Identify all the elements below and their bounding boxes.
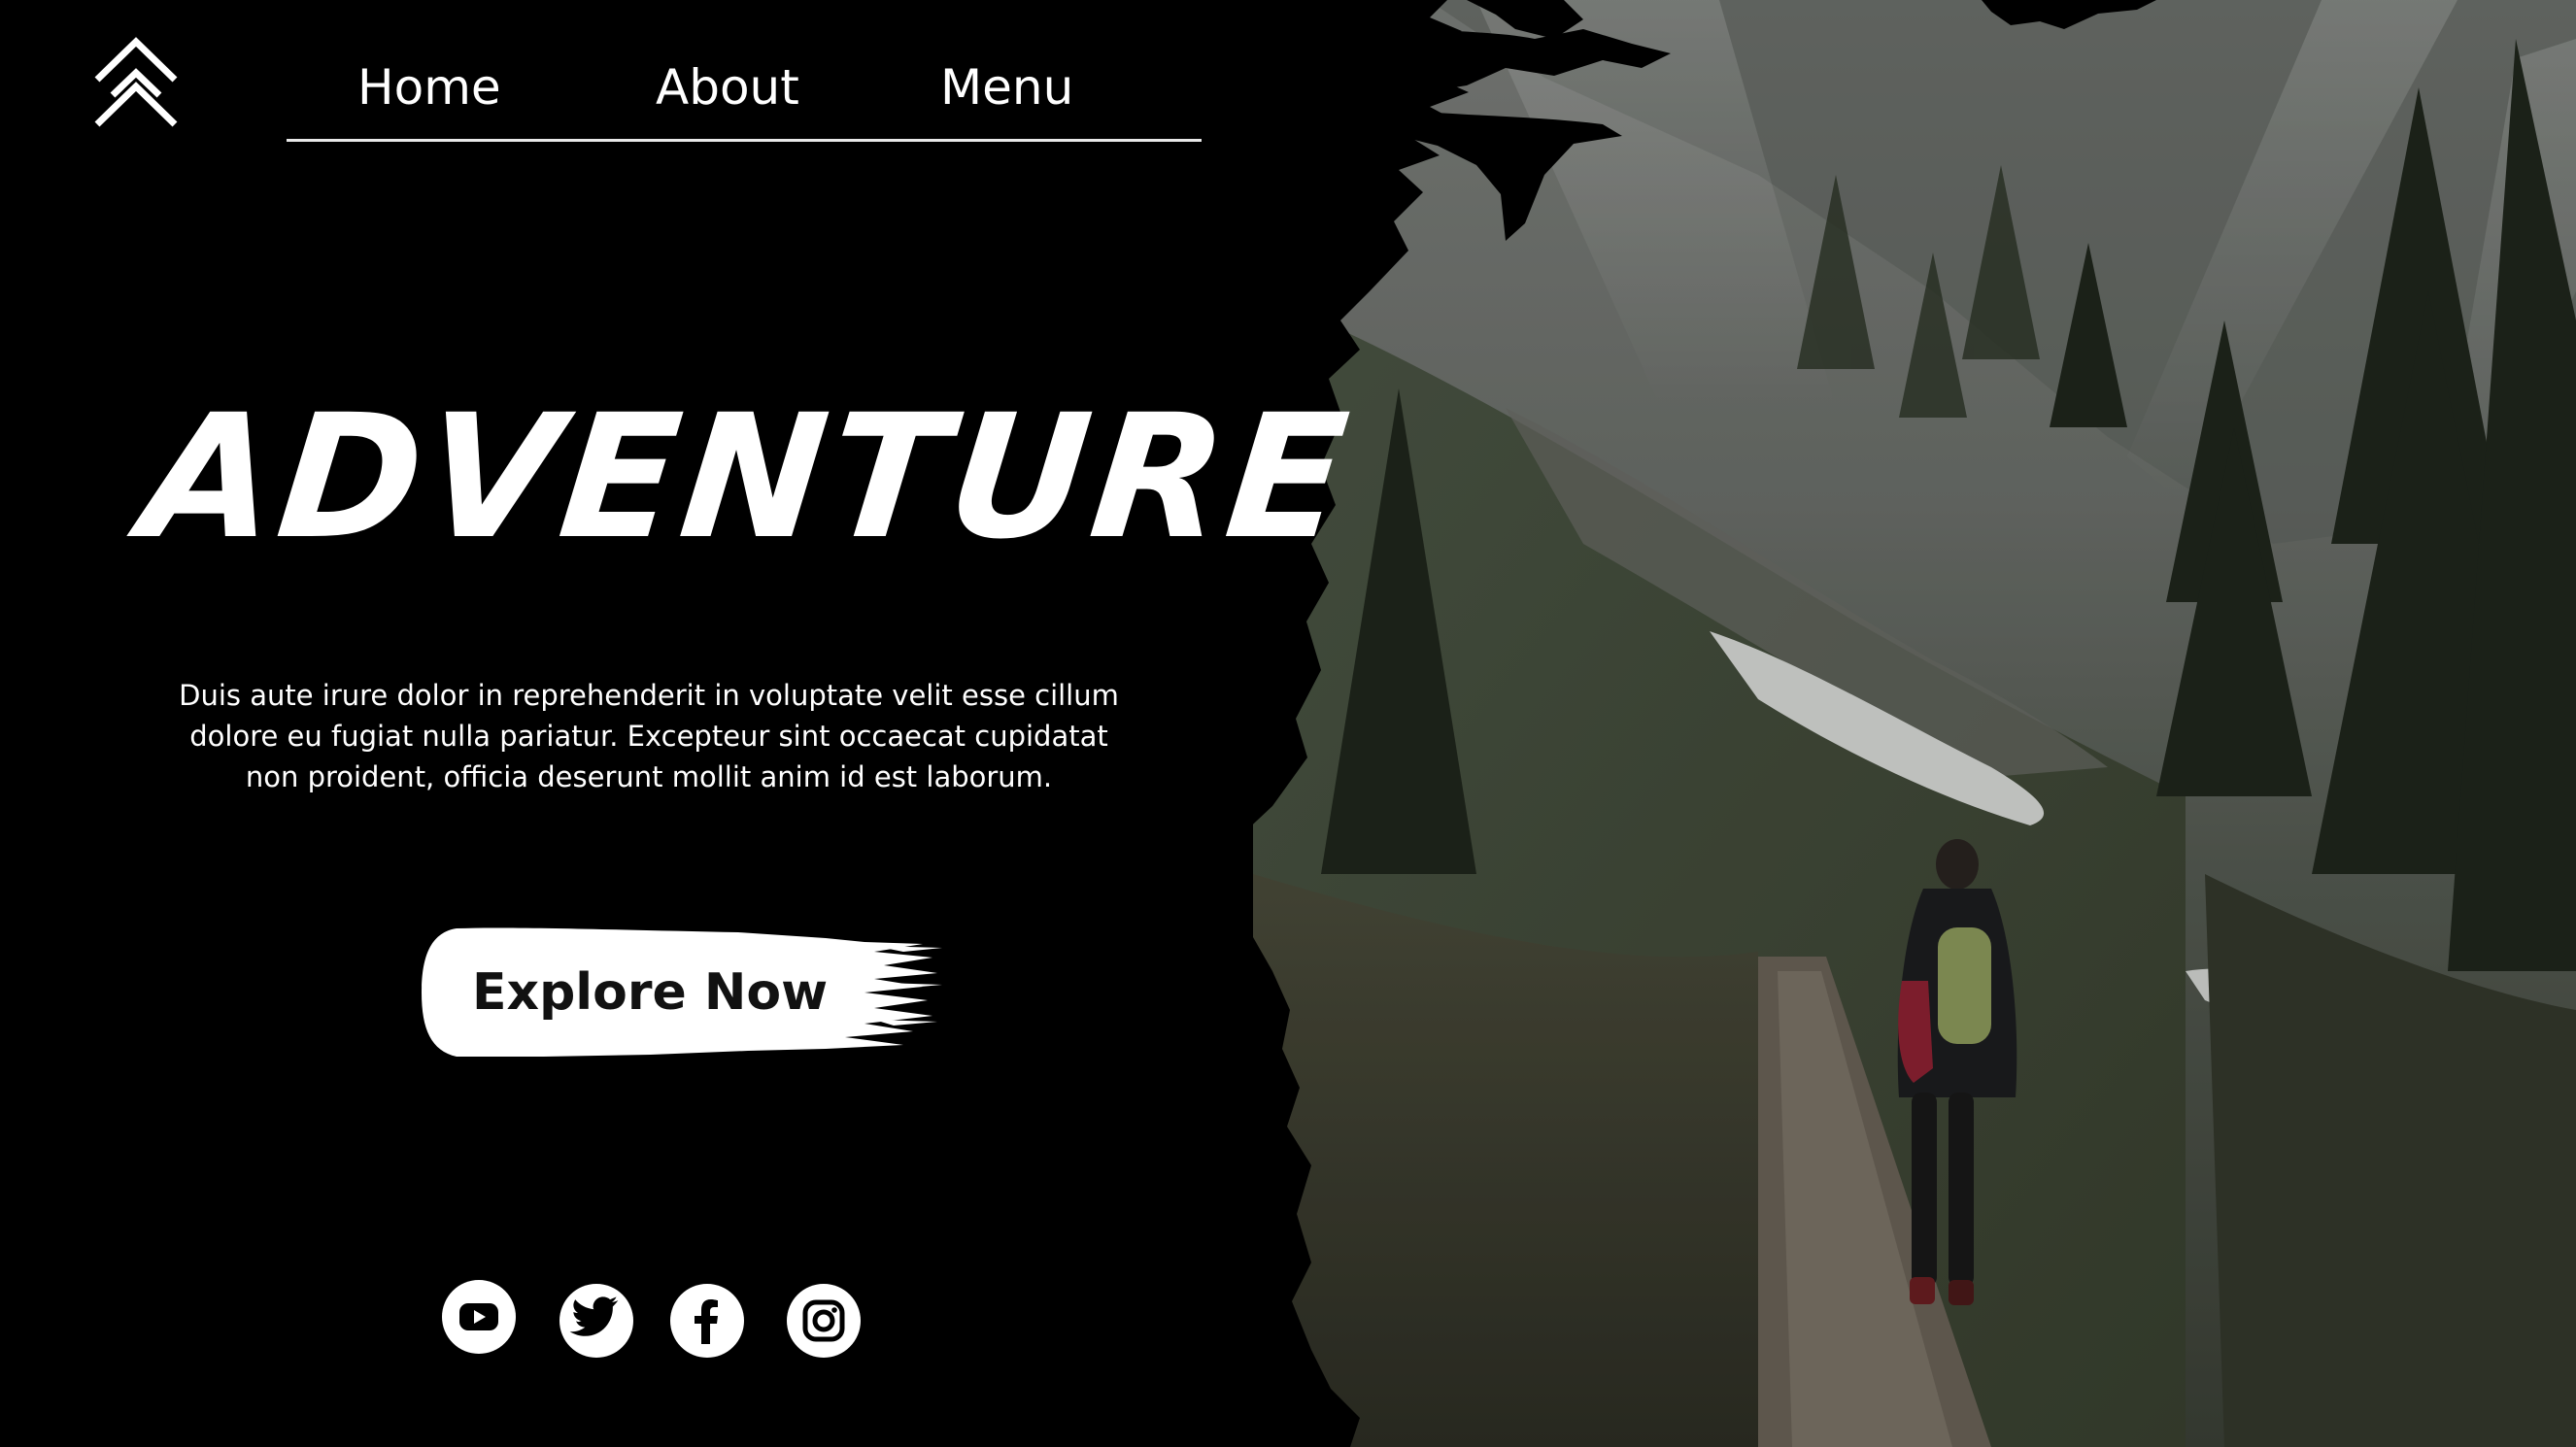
nav-about[interactable]: About xyxy=(656,58,799,117)
nav-home[interactable]: Home xyxy=(357,58,501,117)
nav-menu[interactable]: Menu xyxy=(940,58,1073,117)
twitter-icon[interactable] xyxy=(559,1284,633,1358)
explore-now-label: Explore Now xyxy=(472,963,829,1022)
landing-page: Home About Menu ADVENTURE Duis aute irur… xyxy=(0,0,2576,1447)
facebook-icon[interactable] xyxy=(670,1284,744,1358)
youtube-icon[interactable] xyxy=(442,1280,516,1354)
instagram-icon[interactable] xyxy=(787,1284,861,1358)
main-nav: Home About Menu xyxy=(287,39,1202,142)
hero-description: Duis aute irure dolor in reprehenderit i… xyxy=(179,679,1119,793)
torn-edge-decoration xyxy=(1214,0,1671,1447)
top-branch-decoration xyxy=(1982,0,2156,29)
logo[interactable] xyxy=(91,37,181,128)
explore-now-button[interactable]: Explore Now xyxy=(418,923,942,1066)
hero-headline: ADVENTURE xyxy=(133,378,1360,577)
